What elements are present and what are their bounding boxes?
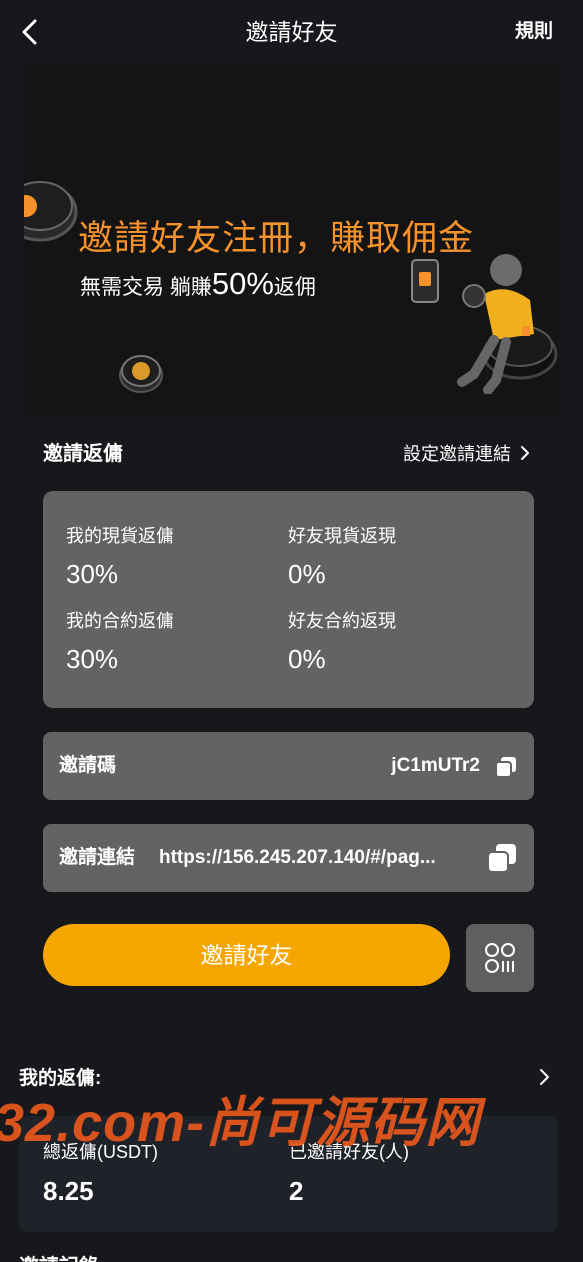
partial-section-title: 邀請記錄 [19, 1250, 99, 1262]
coin-icon [24, 181, 78, 242]
invited-friends-label: 已邀請好友(人) [289, 1142, 409, 1162]
bitcoin-coin-icon [119, 355, 163, 393]
top-bar: 邀請好友 規則 [0, 0, 583, 64]
rate-label: 我的合約返傭 [66, 611, 174, 631]
my-rebate-title: 我的返傭: [19, 1068, 102, 1089]
page-title: 邀請好友 [245, 19, 338, 45]
qr-code-button[interactable] [466, 924, 534, 992]
chevron-right-icon[interactable] [519, 443, 531, 463]
qr-code-icon [485, 943, 515, 973]
rate-item-friend-spot: 好友現貨返現 0% [288, 523, 488, 591]
invite-link-value: https://156.245.207.140/#/pag... [159, 847, 436, 868]
set-invite-link[interactable]: 設定邀請連結 [403, 440, 511, 468]
rate-label: 好友合約返現 [288, 611, 396, 631]
rate-item-my-contract: 我的合約返傭 30% [66, 608, 266, 676]
invite-rebate-title: 邀請返傭 [43, 443, 123, 465]
rate-value: 30% [66, 559, 119, 589]
total-rebate-value: 8.25 [43, 1176, 94, 1206]
total-rebate-label: 總返傭(USDT) [43, 1142, 158, 1162]
banner-sub-suffix: 返佣 [273, 276, 316, 299]
promo-banner: 邀請好友注冊，賺取佣金 無需交易 躺賺50%返佣 [24, 64, 559, 416]
set-invite-link-label: 設定邀請連結 [403, 444, 511, 464]
copy-icon[interactable] [494, 755, 518, 779]
rules-link[interactable]: 規則 [515, 18, 553, 46]
rate-label: 好友現貨返現 [288, 526, 396, 546]
invite-link-label: 邀請連結 [59, 847, 136, 868]
banner-sub-prefix: 無需交易 躺賺 [80, 276, 212, 299]
invite-code-row: 邀請碼 jC1mUTr2 [43, 732, 534, 800]
invited-friends-value: 2 [289, 1176, 304, 1206]
invite-link-row: 邀請連結 https://156.245.207.140/#/pag... [43, 824, 534, 892]
my-rebate-card: 總返傭(USDT) 8.25 已邀請好友(人) 2 [19, 1116, 558, 1232]
chevron-right-icon[interactable] [537, 1066, 551, 1088]
rate-value: 0% [288, 644, 326, 674]
invite-code-label: 邀請碼 [59, 755, 117, 776]
rate-label: 我的現貨返傭 [66, 526, 174, 546]
rebate-rates-card: 我的現貨返傭 30% 好友現貨返現 0% 我的合約返傭 30% 好友合約返現 0… [43, 491, 534, 708]
rate-item-friend-contract: 好友合約返現 0% [288, 608, 488, 676]
rate-value: 0% [288, 559, 326, 589]
rate-item-my-spot: 我的現貨返傭 30% [66, 523, 266, 591]
copy-icon[interactable] [486, 842, 518, 874]
invite-code-value: jC1mUTr2 [391, 755, 480, 776]
banner-sub-highlight: 50% [211, 266, 274, 301]
banner-headline: 邀請好友注冊，賺取佣金 [78, 219, 475, 258]
rate-value: 30% [66, 644, 119, 674]
invite-friend-button[interactable]: 邀請好友 [43, 924, 450, 986]
person-illustration [457, 254, 558, 394]
banner-subtitle: 無需交易 躺賺50%返佣 [80, 266, 316, 302]
